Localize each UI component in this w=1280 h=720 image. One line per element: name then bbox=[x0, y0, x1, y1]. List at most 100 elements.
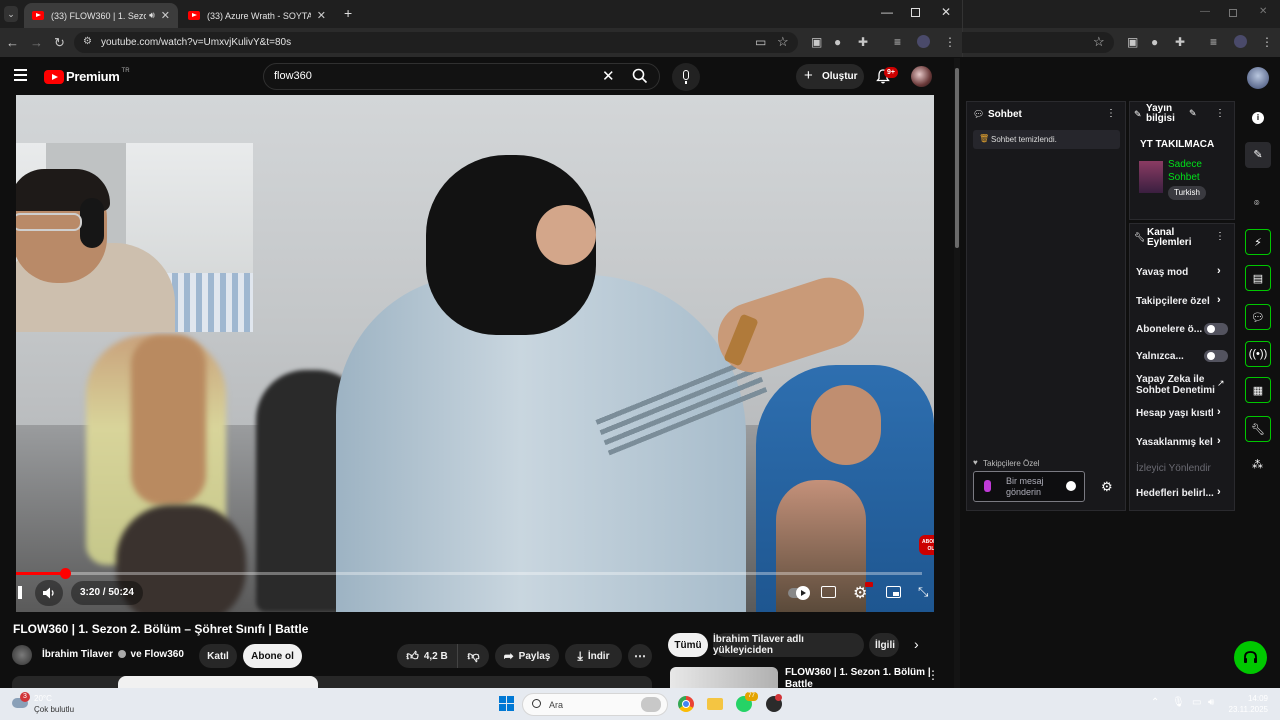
bookmark-star-icon[interactable]: ☆ bbox=[1093, 35, 1105, 48]
close-tab-icon[interactable]: ✕ bbox=[317, 9, 326, 22]
quick-action-notes[interactable]: ▤ bbox=[1245, 265, 1271, 291]
recommendation-thumbnail[interactable] bbox=[670, 667, 778, 688]
dislike-button[interactable]: 👎︎ bbox=[457, 644, 489, 668]
stream-info-menu-icon[interactable]: ⋮ bbox=[1215, 108, 1225, 119]
edit-active-button[interactable]: ✎ bbox=[1245, 142, 1271, 168]
create-button[interactable]: + Oluştur bbox=[796, 64, 864, 89]
bookmark-star-icon[interactable]: ☆ bbox=[777, 35, 789, 48]
miniplayer-icon[interactable] bbox=[886, 586, 901, 598]
more-actions-button[interactable]: ⋯ bbox=[628, 644, 652, 668]
quick-action-broadcast[interactable]: ((•)) bbox=[1245, 341, 1271, 367]
microphone-tray-icon[interactable]: 🎙︎ bbox=[1172, 697, 1185, 708]
chevron-right-icon[interactable]: › bbox=[1217, 486, 1221, 498]
file-explorer-icon[interactable] bbox=[707, 698, 723, 710]
voice-mic-icon[interactable] bbox=[984, 480, 991, 492]
like-button[interactable]: 👍︎ 4,2 B bbox=[397, 644, 457, 668]
weather-widget[interactable]: 3 20°C Çok bulutlu bbox=[10, 692, 90, 718]
info-icon[interactable]: i bbox=[1252, 112, 1264, 124]
subscribe-button[interactable]: Abone ol bbox=[243, 644, 302, 668]
channel-actions-menu-icon[interactable]: ⋮ bbox=[1215, 231, 1225, 242]
channel-avatar[interactable] bbox=[12, 645, 32, 665]
add-quick-action-icon[interactable]: ⁂ bbox=[1252, 458, 1263, 471]
subscribers-only-toggle[interactable] bbox=[1204, 323, 1228, 335]
description-box[interactable] bbox=[12, 676, 652, 688]
filter-chip-all[interactable]: Tümü bbox=[668, 633, 708, 657]
search-input[interactable] bbox=[263, 63, 660, 90]
recommendation-title[interactable]: FLOW360 | 1. Sezon 1. Bölüm | Battle bbox=[785, 667, 931, 688]
taskbar-search[interactable]: Ara bbox=[522, 693, 668, 716]
puzzle-icon[interactable]: ✚ bbox=[858, 36, 868, 48]
download-button[interactable]: ⤓ İndir bbox=[565, 644, 622, 668]
extension-icon[interactable]: ▣ bbox=[811, 36, 822, 48]
action-subscribers-only[interactable]: Abonelere ö... bbox=[1136, 324, 1202, 335]
forward-icon[interactable]: → bbox=[30, 36, 43, 49]
action-account-age[interactable]: Hesap yaşı kısıtla bbox=[1136, 408, 1213, 419]
chevron-right-icon[interactable]: › bbox=[1217, 435, 1221, 447]
hamburger-menu-icon[interactable] bbox=[14, 69, 27, 81]
quick-action-chat[interactable]: 💬︎ bbox=[1245, 304, 1271, 330]
chat-menu-icon[interactable]: ⋮ bbox=[1106, 108, 1116, 119]
minimize-button[interactable]: — bbox=[1200, 6, 1210, 17]
page-scrollbar[interactable] bbox=[954, 58, 960, 688]
chat-message-input[interactable]: Bir mesaj gönderin bbox=[973, 471, 1085, 502]
action-slow-mode[interactable]: Yavaş mod bbox=[1136, 267, 1188, 278]
extension-icon[interactable]: ● bbox=[1151, 36, 1158, 48]
close-window-button[interactable]: ✕ bbox=[941, 5, 951, 19]
app-icon[interactable] bbox=[766, 694, 782, 712]
emote-only-toggle[interactable] bbox=[1204, 350, 1228, 362]
site-info-icon[interactable]: ⚙ bbox=[83, 37, 92, 47]
chevron-right-icon[interactable]: › bbox=[1217, 265, 1221, 277]
speaker-icon[interactable]: 🔊︎ bbox=[149, 10, 155, 21]
action-set-goals[interactable]: Hedefleri belirl... bbox=[1136, 488, 1214, 499]
clear-search-icon[interactable]: ✕ bbox=[602, 67, 615, 85]
cast-icon[interactable]: ▭ bbox=[755, 36, 766, 48]
tab-inactive[interactable]: (33) Azure Wrath - SOYTARI fe ✕ bbox=[180, 3, 334, 28]
back-icon[interactable]: ← bbox=[6, 36, 19, 49]
filter-chip-related[interactable]: İlgili bbox=[869, 633, 899, 657]
menu-kebab-icon[interactable]: ⋮ bbox=[944, 36, 956, 48]
support-headset-button[interactable] bbox=[1234, 641, 1267, 674]
progress-track[interactable] bbox=[16, 572, 922, 575]
volume-button[interactable] bbox=[35, 580, 63, 606]
quick-action-tools[interactable]: 🔧︎ bbox=[1245, 416, 1271, 442]
extension-icon[interactable]: ● bbox=[834, 36, 841, 48]
category-name[interactable]: Sadece Sohbet bbox=[1168, 158, 1202, 184]
camera-icon[interactable]: ⌾ bbox=[1254, 198, 1259, 209]
maximize-button[interactable] bbox=[1229, 9, 1237, 17]
new-tab-button[interactable]: + bbox=[344, 5, 352, 21]
profile-icon[interactable] bbox=[917, 35, 930, 48]
external-link-icon[interactable]: ↗ bbox=[1217, 378, 1225, 389]
youtube-logo[interactable]: Premium TR bbox=[44, 68, 130, 84]
action-emote-only[interactable]: Yalnızca... bbox=[1136, 351, 1184, 362]
edit-pencil-icon[interactable]: ✎ bbox=[1189, 108, 1197, 119]
address-bar[interactable] bbox=[962, 32, 1114, 53]
emote-icon[interactable] bbox=[1066, 481, 1076, 491]
close-window-button[interactable]: ✕ bbox=[1259, 6, 1267, 17]
recommendation-menu-icon[interactable]: ⋮ bbox=[927, 668, 939, 682]
quick-action-layout[interactable]: ▦ bbox=[1245, 377, 1271, 403]
search-icon[interactable] bbox=[632, 68, 648, 84]
subscribe-watermark[interactable]: ABONE OL bbox=[919, 535, 934, 555]
category-boxart[interactable] bbox=[1139, 161, 1163, 193]
profile-icon[interactable] bbox=[1234, 35, 1247, 48]
subtitles-icon[interactable] bbox=[821, 586, 836, 598]
filter-chip-uploader[interactable]: İbrahim Tilaver adlı yükleyiciden bbox=[713, 633, 864, 657]
fullscreen-exit-icon[interactable]: ⤡ bbox=[918, 584, 928, 600]
chevron-right-icon[interactable]: › bbox=[1217, 294, 1221, 306]
windows-start-icon[interactable] bbox=[499, 696, 515, 712]
join-button[interactable]: Katıl bbox=[199, 644, 237, 668]
action-followers-only[interactable]: Takipçilere özel s bbox=[1136, 296, 1213, 307]
close-tab-icon[interactable]: ✕ bbox=[161, 9, 170, 22]
pause-button[interactable] bbox=[16, 586, 24, 600]
chevron-right-icon[interactable]: › bbox=[1217, 406, 1221, 418]
extension-icon[interactable]: ▣ bbox=[1127, 36, 1138, 48]
reload-icon[interactable]: ↻ bbox=[54, 36, 65, 49]
tab-active[interactable]: (33) FLOW360 | 1. Sezon 2. Bölüm 🔊︎ ✕ bbox=[24, 3, 178, 28]
quick-action-lightning[interactable]: ⚡︎ bbox=[1245, 229, 1271, 255]
share-button[interactable]: ➦ Paylaş bbox=[495, 644, 559, 668]
autoplay-toggle[interactable] bbox=[788, 586, 810, 600]
tab-search-button[interactable]: ⌄ bbox=[4, 6, 18, 22]
puzzle-icon[interactable]: ✚ bbox=[1175, 36, 1185, 48]
minimize-button[interactable]: — bbox=[881, 5, 893, 19]
avatar[interactable] bbox=[911, 66, 932, 87]
